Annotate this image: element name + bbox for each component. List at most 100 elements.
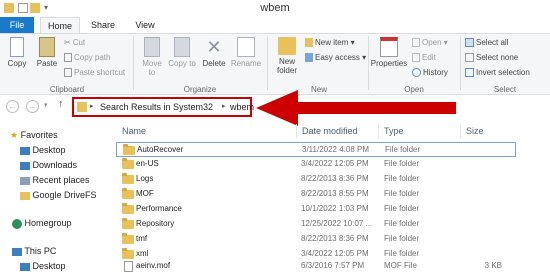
- easy-access-label: Easy access ▾: [315, 53, 367, 62]
- column-header-date[interactable]: Date modified: [302, 126, 358, 136]
- easy-access-button[interactable]: Easy access ▾: [305, 53, 367, 63]
- file-type: MOF File: [384, 261, 417, 270]
- file-row[interactable]: aeinv.mof 6/3/2016 7:57 PM MOF File 3 KB: [116, 259, 516, 274]
- breadcrumb-wbem[interactable]: wbem: [230, 102, 254, 112]
- tab-view[interactable]: View: [128, 17, 162, 34]
- up-button[interactable]: ↑: [58, 98, 64, 110]
- folder-icon: [122, 173, 134, 184]
- invert-selection-button[interactable]: Invert selection: [465, 68, 530, 78]
- delete-x-icon: ✕: [206, 37, 222, 57]
- ribbon-separator: [267, 36, 268, 90]
- copy-button[interactable]: Copy: [4, 37, 30, 68]
- column-header-size[interactable]: Size: [466, 126, 484, 136]
- open-button[interactable]: Open ▾: [412, 38, 448, 48]
- ribbon-tab-row: [0, 17, 550, 34]
- column-header-type[interactable]: Type: [384, 126, 404, 136]
- breadcrumb-search-results[interactable]: Search Results in System32: [100, 102, 213, 112]
- window-title: wbem: [260, 2, 290, 14]
- select-none-button[interactable]: Select none: [465, 53, 518, 63]
- cut-label: Cut: [72, 38, 86, 47]
- file-name: aeinv.mof: [136, 261, 171, 270]
- back-button[interactable]: ←: [6, 100, 19, 113]
- nav-this-pc[interactable]: This PC: [12, 246, 56, 256]
- file-size: 3 KB: [484, 261, 502, 270]
- cut-button[interactable]: ✂ Cut: [64, 38, 85, 47]
- file-row[interactable]: AutoRecover 3/11/2022 4:08 PM File folde…: [116, 142, 516, 157]
- forward-button[interactable]: →: [26, 100, 39, 113]
- file-date: 8/22/2013 8:55 PM: [301, 189, 369, 198]
- google-drive-icon: [20, 191, 30, 200]
- red-arrow-annotation: [256, 90, 456, 126]
- file-row[interactable]: Repository 12/25/2022 10:07 ... File fol…: [116, 217, 516, 232]
- open-label: Open ▾: [422, 38, 448, 47]
- paste-shortcut-icon: [64, 68, 72, 78]
- file-name: Performance: [136, 204, 182, 213]
- nav-item-google-drivefs[interactable]: Google DriveFS: [20, 190, 97, 200]
- column-header-name[interactable]: Name: [122, 126, 146, 136]
- column-divider[interactable]: [378, 124, 379, 138]
- tab-share[interactable]: Share: [86, 17, 120, 34]
- up-arrow-icon: ↑: [58, 98, 64, 110]
- new-item-icon: [305, 38, 313, 48]
- move-to-button[interactable]: Move to: [138, 37, 166, 77]
- file-type: File folder: [385, 145, 421, 154]
- nav-item-downloads[interactable]: Downloads: [20, 160, 77, 170]
- file-row[interactable]: Logs 8/22/2013 8:36 PM File folder: [116, 172, 516, 187]
- title-bar: ▾ wbem: [0, 0, 550, 17]
- delete-button[interactable]: ✕ Delete: [200, 37, 228, 68]
- copy-path-button[interactable]: Copy path: [64, 53, 110, 63]
- invert-selection-icon: [465, 68, 474, 78]
- file-date: 3/4/2022 12:05 PM: [301, 159, 369, 168]
- nav-favorites[interactable]: ★ Favorites: [10, 130, 58, 141]
- rename-button[interactable]: Rename: [230, 37, 262, 68]
- nav-item-pc-desktop[interactable]: Desktop: [20, 261, 66, 271]
- nav-homegroup-label: Homegroup: [24, 218, 72, 228]
- invert-selection-label: Invert selection: [476, 68, 530, 77]
- homegroup-icon: [12, 218, 22, 229]
- new-item-label: New item ▾: [315, 38, 355, 47]
- paste-shortcut-button[interactable]: Paste shortcut: [64, 68, 126, 78]
- recent-locations-dropdown[interactable]: ▾: [44, 101, 48, 109]
- address-bar[interactable]: ▸ Search Results in System32 ▸ wbem: [72, 97, 254, 117]
- copy-label: Copy: [7, 59, 27, 68]
- file-type: File folder: [384, 189, 420, 198]
- file-row[interactable]: MOF 8/22/2013 8:55 PM File folder: [116, 187, 516, 202]
- folder-icon: [122, 248, 134, 259]
- history-icon: [412, 68, 421, 78]
- folder-icon: [122, 188, 134, 199]
- rename-label: Rename: [230, 59, 262, 68]
- new-folder-button[interactable]: New folder: [272, 37, 302, 75]
- rename-icon: [237, 37, 255, 57]
- select-all-button[interactable]: Select all: [465, 38, 508, 48]
- file-row[interactable]: en-US 3/4/2022 12:05 PM File folder: [116, 157, 516, 172]
- nav-item-recent-places[interactable]: Recent places: [20, 175, 90, 185]
- file-date: 3/11/2022 4:08 PM: [302, 145, 370, 154]
- history-button[interactable]: History: [412, 68, 448, 78]
- file-row[interactable]: tmf 8/22/2013 8:36 PM File folder: [116, 232, 516, 247]
- recent-places-icon: [20, 176, 30, 185]
- nav-homegroup[interactable]: Homegroup: [12, 218, 72, 229]
- desktop-icon: [20, 262, 30, 271]
- edit-button[interactable]: Edit: [412, 53, 436, 63]
- new-folder-label: New folder: [276, 57, 297, 75]
- tab-home[interactable]: Home: [40, 17, 80, 34]
- nav-favorites-label: Favorites: [20, 130, 58, 140]
- folder-icon: [122, 233, 134, 244]
- folder-icon: [122, 158, 134, 169]
- column-divider[interactable]: [296, 124, 297, 138]
- tab-file[interactable]: File: [0, 17, 34, 34]
- edit-label: Edit: [422, 53, 436, 62]
- file-date: 12/25/2022 10:07 ...: [301, 219, 373, 228]
- paste-button[interactable]: Paste: [33, 37, 61, 68]
- breadcrumb-chevron-icon: ▸: [222, 103, 226, 110]
- paste-shortcut-label: Paste shortcut: [74, 68, 126, 77]
- organize-group-label: Organize: [183, 85, 217, 94]
- copy-path-icon: [64, 53, 72, 63]
- folder-icon: [122, 203, 134, 214]
- properties-button[interactable]: Properties: [370, 37, 408, 68]
- nav-item-desktop[interactable]: Desktop: [20, 145, 66, 155]
- column-divider[interactable]: [460, 124, 461, 138]
- file-row[interactable]: Performance 10/1/2022 1:03 PM File folde…: [116, 202, 516, 217]
- copy-to-button[interactable]: Copy to: [168, 37, 196, 68]
- new-item-button[interactable]: New item ▾: [305, 38, 355, 48]
